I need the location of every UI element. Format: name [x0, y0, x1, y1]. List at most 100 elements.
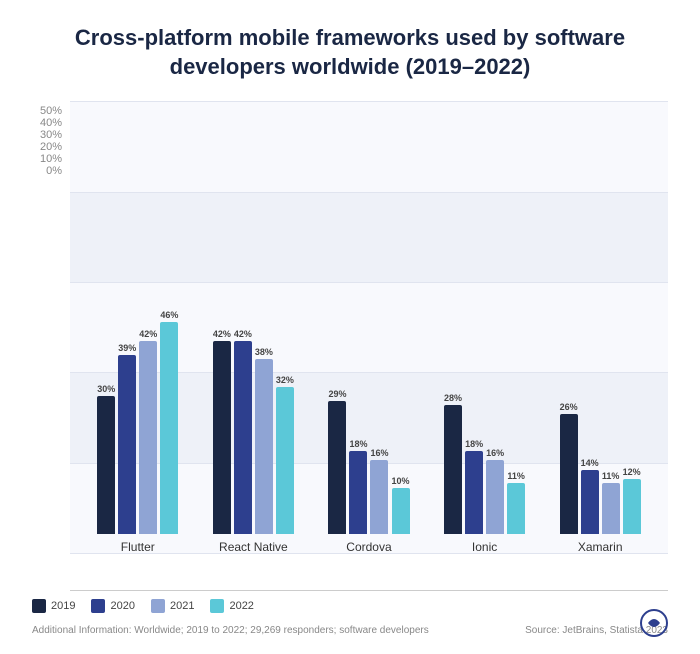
bar-value: 26% [560, 402, 578, 412]
group-label: Flutter [121, 540, 155, 554]
y-tick: 20% [40, 141, 62, 153]
bar-wrap: 39% [118, 343, 136, 534]
y-tick: 10% [40, 153, 62, 165]
bar-2020 [118, 355, 136, 534]
bar-2021 [255, 359, 273, 534]
grid-and-bars: 30%39%42%46%Flutter42%42%38%32%React Nat… [70, 101, 668, 590]
bar-wrap: 11% [507, 471, 525, 534]
bar-value: 18% [349, 439, 367, 449]
bar-value: 18% [465, 439, 483, 449]
legend-label: 2019 [51, 600, 75, 612]
bar-wrap: 30% [97, 384, 115, 534]
group-label: Xamarin [578, 540, 623, 554]
bar-2020 [234, 341, 252, 534]
bar-wrap: 28% [444, 393, 462, 534]
bar-wrap: 18% [465, 439, 483, 534]
bar-2021 [139, 341, 157, 534]
bar-wrap: 12% [623, 467, 641, 534]
info-row: Additional Information: Worldwide; 2019 … [32, 623, 668, 638]
bar-wrap: 10% [392, 476, 410, 534]
source-info: Source: JetBrains, Statista 2023 [525, 623, 668, 638]
legend-label: 2020 [110, 600, 134, 612]
bar-wrap: 46% [160, 310, 178, 534]
group-label: Cordova [346, 540, 391, 554]
legend-item-2021: 2021 [151, 599, 194, 613]
bar-wrap: 42% [213, 329, 231, 534]
bar-2022 [276, 387, 294, 534]
y-tick: 40% [40, 117, 62, 129]
group-cordova: 29% 18%16% 10% Cordova [311, 389, 427, 554]
statista-logo [640, 609, 668, 642]
chart-title: Cross-platform mobile frameworks used by… [32, 24, 668, 81]
bars-row: 30%39%42%46%Flutter42%42%38%32%React Nat… [70, 101, 668, 554]
main-container: Cross-platform mobile frameworks used by… [0, 0, 700, 654]
bar-2020 [581, 470, 599, 534]
x-axis-line [70, 590, 668, 591]
legend-color-box [210, 599, 224, 613]
bar-wrap: 29% [328, 389, 346, 534]
chart-area: Share of responders 50%40%30%20%10%0% 30… [32, 101, 668, 591]
group-flutter: 30% 39%42%46% Flutter [80, 310, 196, 554]
bar-value: 28% [444, 393, 462, 403]
legend-footer: 2019 2020 2021 2022 Additional Information:… [32, 599, 668, 638]
bar-wrap: 42% [139, 329, 157, 534]
legend-color-box [151, 599, 165, 613]
bar-2019 [213, 341, 231, 534]
bar-value: 11% [507, 471, 525, 481]
bar-value: 30% [97, 384, 115, 394]
bar-value: 29% [328, 389, 346, 399]
group-label: React Native [219, 540, 288, 554]
legend-color-box [32, 599, 46, 613]
bar-2020 [349, 451, 367, 534]
legend-color-box [91, 599, 105, 613]
bar-value: 10% [392, 476, 410, 486]
bar-wrap: 18% [349, 439, 367, 534]
bar-2021 [602, 483, 620, 534]
bar-value: 12% [623, 467, 641, 477]
bar-wrap: 42% [234, 329, 252, 534]
bar-2022 [392, 488, 410, 534]
bar-wrap: 16% [370, 448, 388, 534]
legend-row: 2019 2020 2021 2022 [32, 599, 668, 613]
bar-value: 16% [486, 448, 504, 458]
bars: 28% 18%16% 11% [427, 393, 543, 534]
group-label: Ionic [472, 540, 497, 554]
legend-item-2019: 2019 [32, 599, 75, 613]
y-tick: 0% [46, 165, 62, 177]
bar-value: 42% [139, 329, 157, 339]
bar-2019 [328, 401, 346, 534]
bars: 42%42%38%32% [196, 329, 312, 534]
bars: 30% 39%42%46% [80, 310, 196, 534]
legend-label: 2021 [170, 600, 194, 612]
y-tick: 30% [40, 129, 62, 141]
bar-value: 39% [118, 343, 136, 353]
bar-value: 11% [602, 471, 620, 481]
group-xamarin: 26% 14%11%12% Xamarin [542, 402, 658, 554]
bar-2022 [160, 322, 178, 534]
bar-wrap: 38% [255, 347, 273, 534]
bar-value: 42% [234, 329, 252, 339]
group-react-native: 42%42%38%32%React Native [196, 329, 312, 554]
bar-2022 [507, 483, 525, 534]
y-axis: 50%40%30%20%10%0% [32, 101, 70, 213]
y-tick: 50% [40, 105, 62, 117]
bar-2021 [486, 460, 504, 534]
chart-body: 30%39%42%46%Flutter42%42%38%32%React Nat… [70, 101, 668, 591]
bar-value: 14% [581, 458, 599, 468]
bar-wrap: 26% [560, 402, 578, 534]
group-ionic: 28% 18%16% 11% Ionic [427, 393, 543, 554]
bars: 29% 18%16% 10% [311, 389, 427, 534]
bar-value: 32% [276, 375, 294, 385]
legend-item-2022: 2022 [210, 599, 253, 613]
bars: 26% 14%11%12% [542, 402, 658, 534]
bar-value: 46% [160, 310, 178, 320]
bar-value: 16% [370, 448, 388, 458]
bar-value: 42% [213, 329, 231, 339]
bar-wrap: 11% [602, 471, 620, 534]
bar-value: 38% [255, 347, 273, 357]
legend-item-2020: 2020 [91, 599, 134, 613]
bar-2022 [623, 479, 641, 534]
bar-wrap: 16% [486, 448, 504, 534]
bar-2019 [97, 396, 115, 534]
bar-wrap: 14% [581, 458, 599, 534]
